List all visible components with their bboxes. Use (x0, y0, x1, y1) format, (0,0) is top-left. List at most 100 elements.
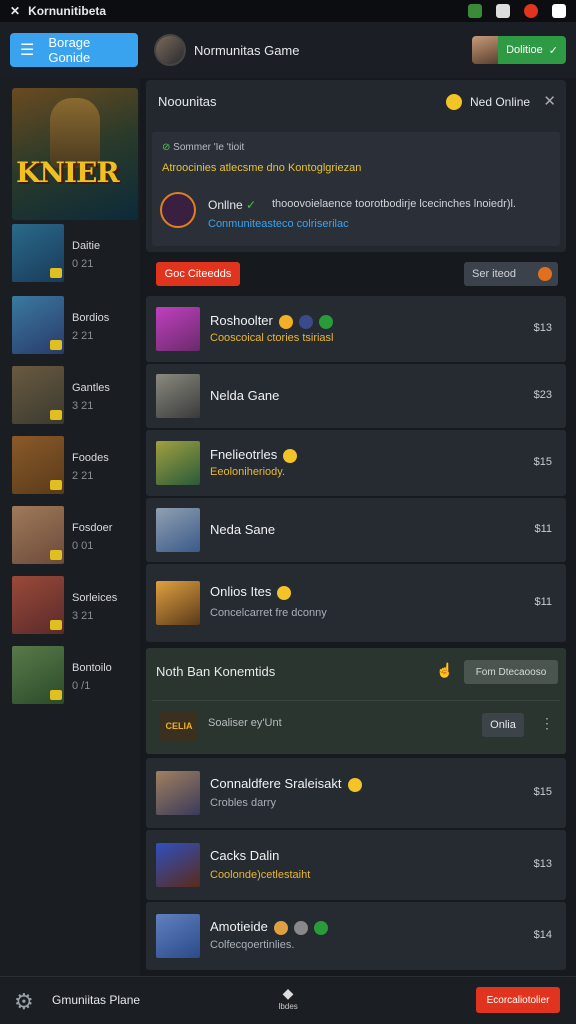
notification-header-text: Sommer 'Ie 'tioit (173, 142, 245, 153)
screen-icon (496, 4, 510, 18)
sidebar-item[interactable]: Foodes 2 21 (12, 436, 138, 496)
sidebar-item-num: 2 21 (72, 330, 94, 342)
emoji-icon (347, 777, 362, 792)
capture-icon (552, 4, 566, 18)
status-icons (468, 4, 566, 18)
emoji-icon (318, 314, 333, 329)
bottom-action-button[interactable]: Ecorcaliotolier (476, 987, 560, 1013)
emoji-icon (313, 920, 328, 935)
close-icon[interactable]: ✕ (10, 4, 20, 18)
section-button[interactable]: Fom Dtecaooso (464, 660, 558, 684)
page-title: Normunitas Game (194, 42, 300, 58)
sidebar-item-name: Daitie (72, 240, 101, 252)
bottom-center-tab[interactable]: ◆ Ibdes (270, 985, 306, 1011)
bottom-title: Gmuniitas Plane (52, 993, 141, 1007)
notification-panel: Noounitas Ned Online ✕ ⊘ Sommer 'Ie 'tio… (146, 80, 566, 252)
game-price: $15 (533, 456, 552, 468)
sidebar-item[interactable]: Bontoilo 0 /1 (12, 646, 138, 706)
notification-message: Atroocinies atlecsme dno Kontoglgriezan (162, 162, 362, 174)
game-subtitle: Cooscoical ctories tsiriasl (210, 332, 334, 344)
game-price: $11 (534, 523, 552, 535)
sidebar-item-name: Fosdoer (72, 522, 113, 534)
menu-button-label: Borage Gonide (48, 35, 91, 65)
sidebar-item-name: Gantles (72, 382, 110, 394)
game-price: $11 (534, 596, 552, 608)
sidebar-item[interactable]: Bordios 2 21 (12, 296, 138, 356)
leaf-icon: ⊘ (162, 142, 171, 153)
red-action-button[interactable]: Goc Citeedds (156, 262, 240, 286)
emoji-icon (446, 94, 462, 110)
online-status: Ned Online (446, 94, 530, 110)
game-list-item[interactable]: Amotieide Colfecqoertinlies. $14 (146, 902, 566, 970)
online-avatar[interactable] (160, 192, 196, 228)
emoji-icon (277, 585, 292, 600)
game-list-item[interactable]: Neda Sane $11 (146, 498, 566, 562)
game-title: Cacks Dalin (210, 848, 279, 863)
game-list-item[interactable]: Cacks Dalin Coolonde)cetlestaiht $13 (146, 830, 566, 900)
gear-icon[interactable]: ⚙ (14, 989, 34, 1015)
top-bar: ☰ Borage Gonide Normunitas Game Dolitioe… (0, 22, 576, 78)
sidebar-item-name: Bontoilo (72, 662, 112, 674)
game-list-item[interactable]: Nelda Gane $23 (146, 364, 566, 428)
game-list-item[interactable]: Fnelieotrles Eeoloniheriody. $15 (146, 430, 566, 496)
hand-icon: ☝ (436, 662, 454, 678)
game-thumbnail (156, 771, 200, 815)
sidebar-item[interactable]: Fosdoer 0 01 (12, 506, 138, 566)
game-title: Roshoolter (210, 313, 333, 329)
game-title: Fnelieotrles (210, 447, 298, 463)
sort-button[interactable]: Ser iteod (464, 262, 558, 286)
game-title-text: Roshoolter (210, 313, 273, 328)
game-thumbnail (156, 508, 200, 552)
section-title: Noth Ban Konemtids (156, 664, 276, 679)
bottom-bar: ⚙ Gmuniitas Plane ◆ Ibdes Ecorcaliotolie… (0, 976, 576, 1024)
game-thumbnail (156, 374, 200, 418)
emoji-icon (283, 448, 298, 463)
section-text: Soaliser ey'Unt (208, 717, 282, 729)
record-icon (524, 4, 538, 18)
emoji-icon (278, 314, 293, 329)
panel-title: Noounitas (158, 94, 217, 109)
profile-action-button[interactable]: Dolitioe ✓ (472, 36, 566, 64)
game-list-item[interactable]: Onlios Ites Concelcarret fre dconny $11 (146, 564, 566, 642)
online-label: Onllne ✓ (208, 198, 256, 212)
check-icon: ✓ (548, 44, 558, 57)
sidebar-item[interactable]: Sorleices 3 21 (12, 576, 138, 636)
status-bar: ✕ Kornunitibeta (0, 0, 576, 22)
community-link[interactable]: Conmuniteasteco colriserilac (208, 218, 349, 230)
section-logo: CELIA (160, 711, 198, 741)
game-subtitle: Colfecqoertinlies. (210, 939, 295, 951)
sidebar-item[interactable]: Gantles 3 21 (12, 366, 138, 426)
more-options-icon[interactable]: ⋮ (540, 715, 554, 732)
game-subtitle: Eeoloniheriody. (210, 466, 286, 478)
controller-icon: ◆ (282, 985, 294, 1001)
game-thumbnail (156, 441, 200, 485)
menu-button[interactable]: ☰ Borage Gonide (10, 33, 138, 67)
close-panel-icon[interactable]: ✕ (543, 92, 556, 110)
game-list-item[interactable]: Roshoolter Cooscoical ctories tsiriasl $… (146, 296, 566, 362)
game-thumbnail (156, 307, 200, 351)
game-title-text: Onlios Ites (210, 584, 272, 599)
online-button[interactable]: Onlia (482, 713, 524, 737)
avatar[interactable] (154, 34, 186, 66)
sidebar-item-num: 0 21 (72, 258, 94, 270)
game-title: Onlios Ites (210, 584, 292, 600)
emoji-icon (293, 920, 308, 935)
featured-section: Noth Ban Konemtids ☝ Fom Dtecaooso CELIA… (146, 648, 566, 754)
sort-button-label: Ser iteod (472, 268, 517, 280)
featured-game-art[interactable]: KNIER (12, 88, 138, 220)
badge-icon (50, 410, 62, 420)
sidebar-item-num: 0 /1 (72, 680, 91, 692)
filter-icon (538, 267, 552, 281)
game-title: Nelda Gane (210, 388, 279, 403)
game-title-text: Amotieide (210, 919, 268, 934)
game-list-item[interactable]: Connaldfere Sraleisakt Crobles darry $15 (146, 758, 566, 828)
sidebar-item-num: 3 21 (72, 610, 94, 622)
sidebar-item-num: 2 21 (72, 470, 94, 482)
sidebar: KNIER Daitie 0 21 Bordios 2 21 Gantles 3… (0, 78, 140, 976)
hamburger-icon: ☰ (20, 42, 35, 59)
game-thumbnail (156, 914, 200, 958)
game-title-text: Neda Sane (210, 522, 276, 537)
badge-icon (50, 550, 62, 560)
sidebar-item[interactable]: Daitie 0 21 (12, 224, 138, 284)
online-check-icon: ✓ (246, 198, 257, 212)
